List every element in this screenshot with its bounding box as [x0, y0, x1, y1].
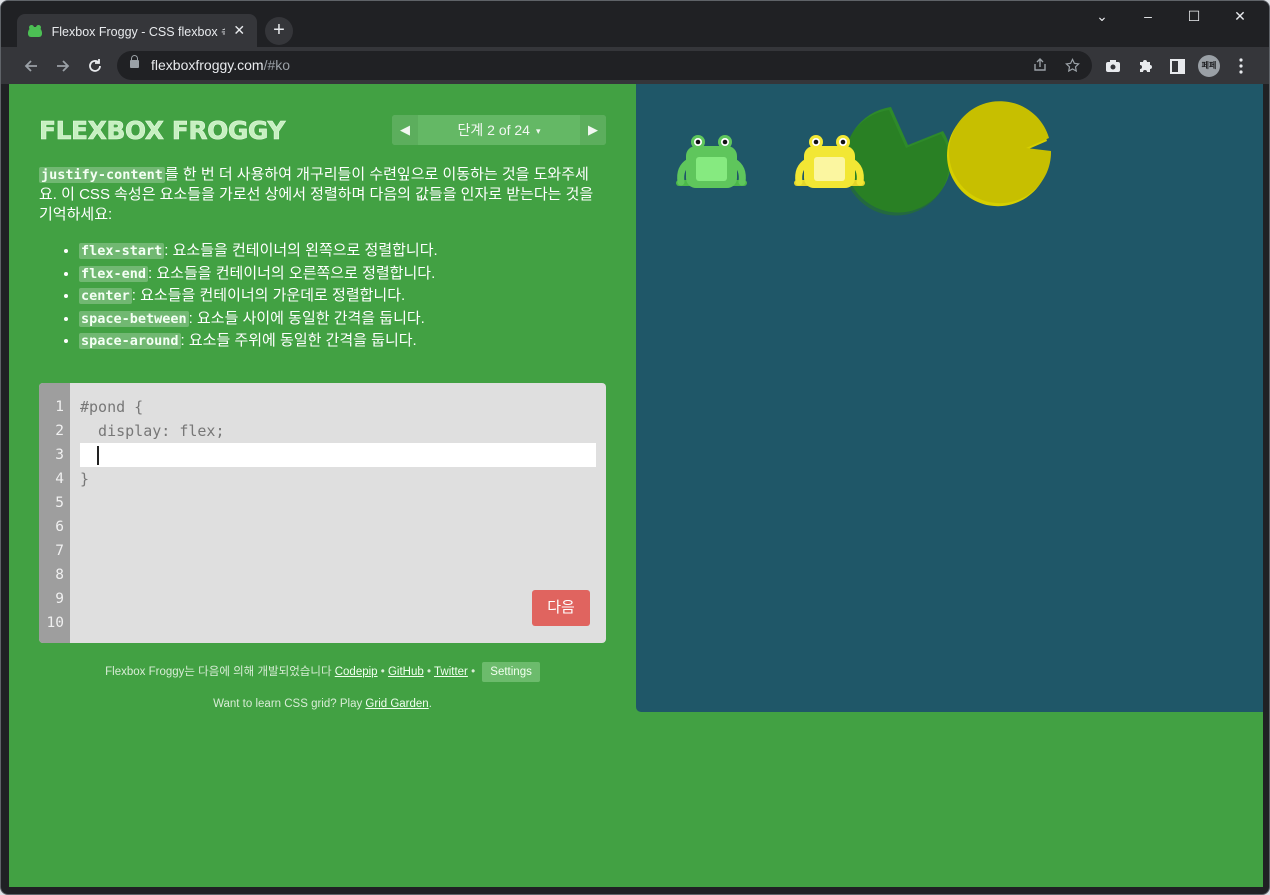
line-number: 9	[55, 591, 64, 607]
new-tab-button[interactable]: +	[265, 17, 293, 45]
separator: •	[423, 666, 434, 678]
yellow-lilypad-icon	[947, 101, 1052, 207]
url-path: /#ko	[263, 57, 291, 73]
line-number: 8	[55, 567, 64, 583]
forward-arrow-icon[interactable]	[49, 52, 77, 80]
tab-title: Flexbox Froggy - CSS flexbox 속	[51, 25, 226, 39]
value-code: center	[79, 288, 132, 304]
code-line: #pond {	[80, 398, 144, 416]
list-item: space-around: 요소들 주위에 동일한 간격을 둡니다.	[79, 330, 601, 353]
code-lines: #pond { display: flex; }	[80, 395, 596, 491]
share-icon[interactable]	[1030, 55, 1050, 75]
game-page: FLEXBOX FROGGY ◀ 단계 2 of 24 ▾ ▶ justify-c…	[9, 84, 1263, 887]
value-desc: : 요소들을 컨테이너의 오른쪽으로 정렬합니다.	[148, 264, 436, 282]
minimize-button[interactable]: –	[1125, 1, 1171, 31]
instructions-text: justify-content 를 한 번 더 사용하여 개구리들이 수련잎으로 …	[39, 165, 606, 225]
separator: •	[377, 666, 388, 678]
maximize-button[interactable]: ☐	[1171, 1, 1217, 31]
value-code: space-between	[79, 310, 189, 327]
line-number-gutter: 1 2 3 4 5 6 7 8 9 10	[39, 383, 70, 643]
tab-strip: Flexbox Froggy - CSS flexbox 속 ✕ + ⌄ – ☐…	[1, 1, 1269, 47]
level-label: 단계 2 of 24	[457, 122, 530, 138]
code-editor: 1 2 3 4 5 6 7 8 9 10 #pond { display: fl…	[39, 383, 606, 643]
frog-favicon-icon	[27, 23, 43, 39]
back-arrow-icon[interactable]	[17, 52, 45, 80]
code-line: display: flex;	[80, 422, 225, 440]
green-frog-icon	[676, 135, 747, 188]
line-number: 7	[55, 543, 64, 559]
line-number: 6	[55, 519, 64, 535]
settings-button[interactable]: Settings	[482, 662, 540, 682]
browser-toolbar: flexboxfroggy.com/#ko 페페	[1, 47, 1269, 84]
next-button[interactable]: 다음	[532, 590, 590, 626]
pond-scene	[676, 101, 1052, 216]
twitter-link[interactable]: Twitter	[434, 666, 468, 678]
reload-icon[interactable]	[81, 52, 109, 80]
css-code-input[interactable]	[80, 443, 596, 467]
grid-garden-promo: Want to learn CSS grid? Play Grid Garden…	[39, 698, 606, 710]
value-desc: : 요소들 주위에 동일한 간격을 둡니다.	[180, 332, 417, 349]
address-bar[interactable]: flexboxfroggy.com/#ko	[117, 51, 1092, 80]
value-desc: : 요소들을 컨테이너의 가운데로 정렬합니다.	[131, 287, 406, 304]
line-number: 1	[55, 399, 64, 415]
level-navigator: ◀ 단계 2 of 24 ▾ ▶	[392, 115, 606, 145]
line-number: 4	[55, 471, 64, 487]
lock-icon	[130, 55, 139, 68]
list-item: space-between: 요소들 사이에 동일한 간격을 둡니다.	[79, 308, 601, 331]
pond-board	[636, 84, 1263, 712]
value-desc: : 요소들을 컨테이너의 왼쪽으로 정렬합니다.	[164, 242, 438, 259]
list-item: flex-start: 요소들을 컨테이너의 왼쪽으로 정렬합니다.	[79, 240, 601, 263]
browser-window: Flexbox Froggy - CSS flexbox 속 ✕ + ⌄ – ☐…	[0, 0, 1270, 895]
prev-level-icon[interactable]: ◀	[392, 115, 418, 145]
intro-code: justify-content	[39, 167, 165, 183]
grid-garden-link[interactable]: Grid Garden	[365, 698, 428, 710]
value-code: flex-end	[79, 265, 149, 282]
value-code: flex-start	[79, 243, 165, 259]
list-item: center: 요소들을 컨테이너의 가운데로 정렬합니다.	[79, 285, 601, 308]
credits-footer: Flexbox Froggy는 다음에 의해 개발되었습니다 Codepip •…	[39, 662, 606, 682]
code-line: }	[80, 470, 90, 488]
line-number: 2	[55, 423, 64, 439]
github-link[interactable]: GitHub	[388, 666, 424, 678]
tab-search-chevron-icon[interactable]: ⌄	[1079, 1, 1125, 31]
next-level-icon[interactable]: ▶	[580, 115, 606, 145]
profile-avatar[interactable]: 페페	[1198, 55, 1220, 77]
value-code: space-around	[79, 333, 181, 349]
side-panel-icon[interactable]	[1166, 55, 1188, 77]
codepip-link[interactable]: Codepip	[335, 666, 378, 678]
promo-suffix: .	[428, 698, 432, 710]
green-lilypad-icon	[843, 107, 952, 216]
line-number: 10	[46, 615, 64, 631]
line-number: 5	[55, 495, 64, 511]
text-caret	[97, 446, 99, 465]
line-number: 3	[55, 447, 64, 463]
url-host: flexboxfroggy.com	[151, 57, 264, 73]
menu-kebab-icon[interactable]	[1230, 55, 1252, 77]
camera-icon[interactable]	[1102, 55, 1124, 77]
tab-close-icon[interactable]: ✕	[231, 22, 247, 39]
list-item: flex-end: 요소들을 컨테이너의 오른쪽으로 정렬합니다.	[79, 263, 601, 286]
browser-tab[interactable]: Flexbox Froggy - CSS flexbox 속 ✕	[17, 14, 257, 47]
bookmark-star-icon[interactable]	[1062, 55, 1082, 75]
promo-prefix: Want to learn CSS grid? Play	[213, 698, 366, 710]
page-logo: FLEXBOX FROGGY	[39, 116, 286, 146]
values-list: flex-start: 요소들을 컨테이너의 왼쪽으로 정렬합니다. flex-…	[61, 240, 601, 353]
extensions-puzzle-icon[interactable]	[1134, 55, 1156, 77]
caret-down-icon: ▾	[535, 126, 541, 136]
close-window-button[interactable]: ✕	[1217, 1, 1263, 31]
separator: •	[467, 666, 479, 678]
level-dropdown[interactable]: 단계 2 of 24 ▾	[418, 115, 580, 145]
footer-prefix: Flexbox Froggy는 다음에 의해 개발되었습니다	[105, 666, 335, 678]
value-desc: : 요소들 사이에 동일한 간격을 둡니다.	[188, 309, 425, 327]
